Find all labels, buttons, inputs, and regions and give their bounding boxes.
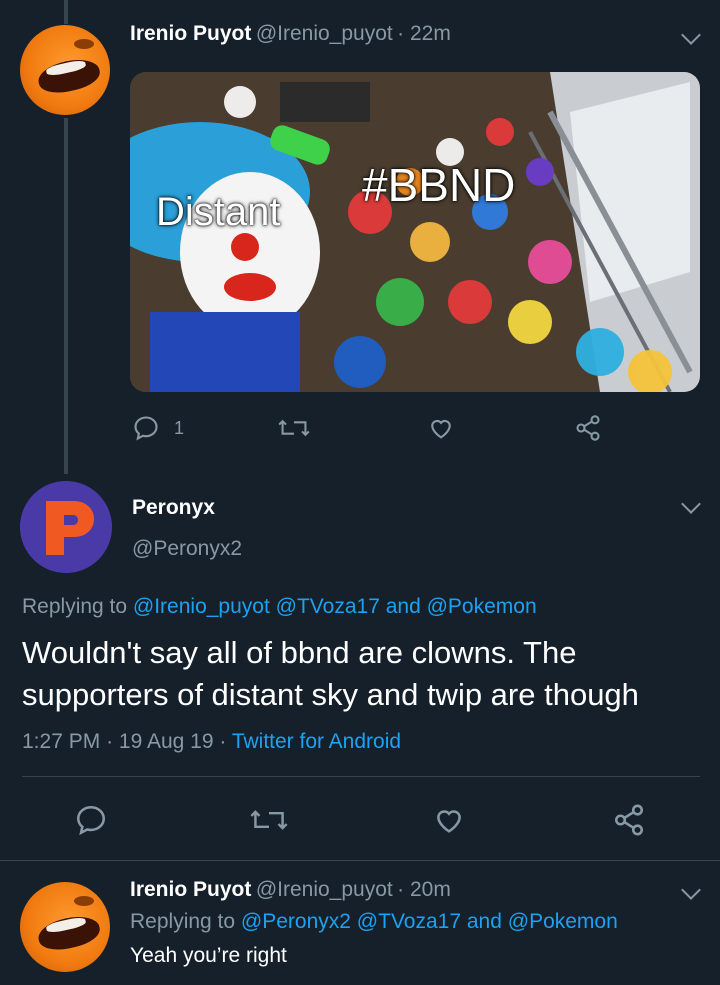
peronyx-logo-icon	[20, 481, 112, 573]
author-handle[interactable]: @Irenio_puyot	[256, 22, 393, 45]
meta-separator: ·	[106, 730, 114, 753]
author-handle[interactable]: @Peronyx2	[132, 537, 242, 561]
mention-link[interactable]: @TVoza17	[357, 910, 461, 933]
author-name[interactable]: Irenio Puyot	[130, 22, 251, 45]
share-button[interactable]	[574, 414, 602, 447]
reply-button[interactable]	[74, 803, 108, 842]
retweet-button[interactable]	[278, 414, 310, 447]
image-label-distant: Distant	[156, 190, 281, 234]
tweet-date: 19 Aug 19	[118, 730, 214, 753]
avatar-eye	[74, 39, 94, 49]
retweet-icon	[278, 419, 310, 437]
meta-separator: ·	[219, 730, 227, 753]
mention-link[interactable]: @Peronyx2	[241, 910, 351, 933]
replying-and[interactable]: and	[386, 595, 421, 618]
tweet-header: Irenio Puyot @Irenio_puyot · 22m	[130, 22, 451, 46]
chevron-down-icon[interactable]	[681, 494, 701, 514]
chevron-down-icon[interactable]	[681, 25, 701, 45]
share-button[interactable]	[612, 803, 646, 842]
tweet-header: Irenio Puyot @Irenio_puyot · 20m	[130, 878, 451, 902]
like-button[interactable]	[427, 414, 455, 447]
tweet-timestamp[interactable]: · 22m	[397, 22, 451, 45]
thread-line-top	[64, 0, 68, 24]
tweet-meta: 1:27 PM · 19 Aug 19 · Twitter for Androi…	[22, 730, 401, 754]
chevron-down-icon[interactable]	[681, 880, 701, 900]
author-name[interactable]: Irenio Puyot	[130, 878, 251, 901]
replying-and[interactable]: and	[467, 910, 502, 933]
reply-icon	[134, 416, 158, 441]
tweet-source-link[interactable]: Twitter for Android	[232, 730, 401, 753]
retweet-icon	[250, 810, 288, 830]
avatar[interactable]	[20, 25, 110, 115]
replying-to-line: Replying to @Peronyx2 @TVoza17 and @Poke…	[130, 910, 618, 934]
reply-count: 1	[174, 418, 185, 438]
retweet-button[interactable]	[250, 803, 288, 842]
author-handle[interactable]: @Irenio_puyot	[256, 878, 393, 901]
like-icon	[431, 419, 451, 439]
replying-to-label: Replying to	[22, 595, 128, 618]
avatar-eye	[74, 896, 94, 906]
tweet-text: Yeah you’re right	[130, 944, 287, 967]
tweet-image[interactable]: Distant #BBND	[130, 72, 700, 392]
avatar[interactable]	[20, 882, 110, 972]
avatar[interactable]	[20, 481, 112, 573]
like-icon	[437, 810, 461, 833]
reply-icon	[76, 805, 106, 836]
divider	[22, 776, 700, 777]
mention-link[interactable]: @Irenio_puyot	[133, 595, 270, 618]
share-icon	[576, 415, 600, 441]
replying-to-line: Replying to @Irenio_puyot @TVoza17 and @…	[22, 595, 537, 619]
share-icon	[614, 804, 644, 836]
tweet-text: Wouldn't say all of bbnd are clowns. The…	[22, 635, 639, 712]
image-label-bbnd: #BBND	[362, 159, 516, 211]
author-name[interactable]: Peronyx	[132, 496, 215, 520]
replying-to-label: Replying to	[130, 910, 236, 933]
tweet-timestamp[interactable]: · 20m	[397, 878, 451, 901]
mention-link[interactable]: @Pokemon	[427, 595, 537, 618]
mention-link[interactable]: @Pokemon	[508, 910, 618, 933]
reply-button[interactable]	[132, 414, 160, 447]
thread-line-mid	[64, 118, 68, 474]
tweet-time: 1:27 PM	[22, 730, 101, 753]
divider	[0, 860, 720, 861]
mention-link[interactable]: @TVoza17	[276, 595, 380, 618]
like-button[interactable]	[432, 803, 466, 842]
